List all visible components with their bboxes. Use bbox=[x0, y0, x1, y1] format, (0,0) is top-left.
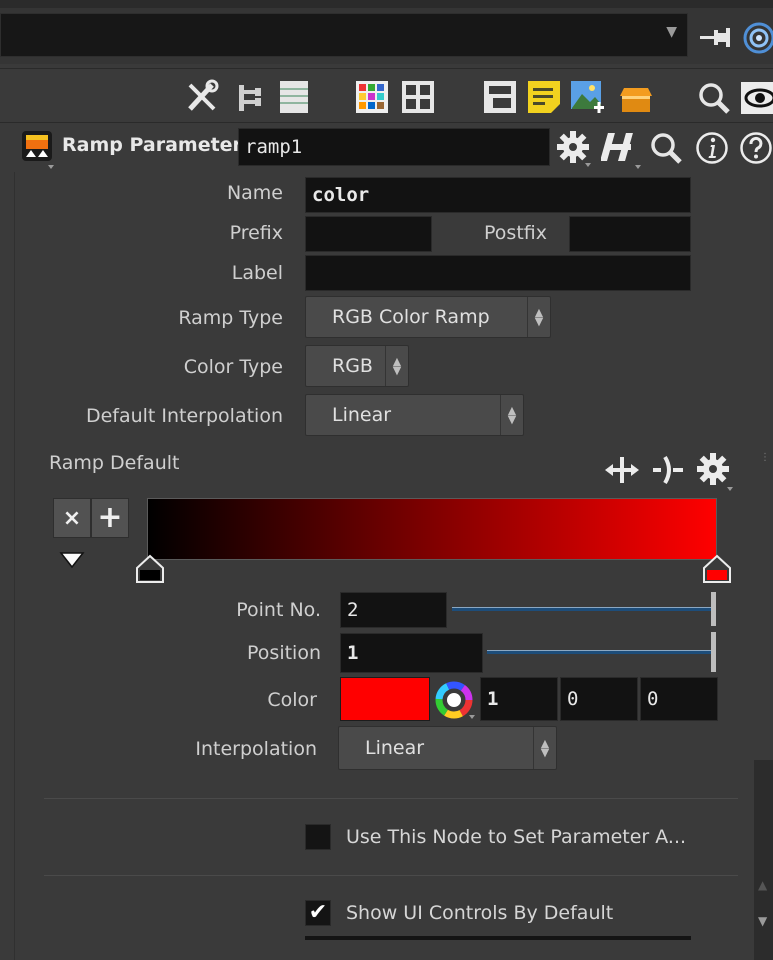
ramp-type-value: RGB Color Ramp bbox=[332, 306, 490, 328]
name-input[interactable]: color bbox=[305, 177, 691, 213]
postfix-label: Postfix bbox=[484, 222, 547, 244]
chevron-down-icon: ▼ bbox=[666, 24, 677, 40]
label-label: Label bbox=[231, 262, 283, 284]
tools-icon[interactable] bbox=[182, 78, 222, 116]
ramp-gradient-bar[interactable] bbox=[147, 498, 717, 560]
package-icon[interactable] bbox=[616, 80, 656, 116]
color-wheel-icon[interactable] bbox=[434, 680, 476, 722]
target-icon[interactable] bbox=[738, 20, 773, 56]
houdini-help-icon[interactable] bbox=[600, 126, 644, 170]
node-search-icon[interactable] bbox=[646, 128, 686, 168]
color-g-input[interactable]: 0 bbox=[560, 677, 638, 721]
color-swatch[interactable] bbox=[340, 677, 430, 721]
vertical-scrollbar[interactable]: ▲ ▼ bbox=[754, 760, 773, 960]
show-ui-checkbox[interactable]: ✔ bbox=[305, 900, 331, 926]
tree-view-icon[interactable] bbox=[232, 80, 268, 116]
list-view-icon[interactable] bbox=[276, 78, 312, 116]
updown-arrows-icon: ▲ ▼ bbox=[527, 297, 550, 337]
color-grid-icon[interactable] bbox=[352, 78, 392, 116]
ramp-gear-icon[interactable] bbox=[694, 450, 736, 492]
use-node-checkbox[interactable] bbox=[305, 824, 331, 850]
updown-arrows-icon: ▲ ▼ bbox=[385, 346, 408, 386]
color-type-select[interactable]: RGB ▲ ▼ bbox=[305, 345, 409, 387]
point-no-label: Point No. bbox=[236, 599, 321, 621]
point-no-slider-track[interactable] bbox=[452, 607, 712, 611]
interpolation-label: Interpolation bbox=[195, 738, 317, 760]
sticky-note-icon[interactable] bbox=[524, 78, 564, 116]
color-type-label: Color Type bbox=[183, 356, 283, 378]
ramp-node-icon[interactable] bbox=[18, 128, 58, 170]
plus-icon: + bbox=[97, 500, 123, 535]
color-type-value: RGB bbox=[332, 355, 373, 377]
ramp-key-end-selected[interactable] bbox=[702, 554, 732, 584]
name-label: Name bbox=[226, 182, 283, 204]
default-interp-label: Default Interpolation bbox=[85, 405, 283, 427]
ramp-default-label: Ramp Default bbox=[49, 452, 180, 474]
color-r-input[interactable]: 1 bbox=[480, 677, 558, 721]
layout-panel-icon[interactable] bbox=[398, 78, 438, 116]
interpolation-value: Linear bbox=[365, 737, 425, 759]
updown-arrows-icon: ▲ ▼ bbox=[533, 727, 556, 769]
prefix-label: Prefix bbox=[229, 222, 283, 244]
interpolation-select[interactable]: Linear ▲ ▼ bbox=[338, 726, 557, 770]
position-slider-track[interactable] bbox=[487, 650, 712, 654]
updown-arrows-icon: ▲ ▼ bbox=[500, 395, 523, 435]
position-input[interactable]: 1 bbox=[340, 633, 483, 673]
pin-icon[interactable] bbox=[696, 22, 736, 52]
default-interp-select[interactable]: Linear ▲ ▼ bbox=[305, 394, 524, 436]
node-type-label: Ramp Parameter bbox=[62, 134, 242, 156]
use-node-label[interactable]: Use This Node to Set Parameter A... bbox=[346, 826, 686, 848]
search-icon[interactable] bbox=[694, 78, 734, 118]
ramp-type-select[interactable]: RGB Color Ramp ▲ ▼ bbox=[305, 296, 551, 338]
label-input[interactable] bbox=[305, 255, 691, 291]
node-name-input[interactable]: ramp1 bbox=[238, 128, 550, 166]
flip-keys-icon[interactable] bbox=[648, 452, 688, 488]
remove-point-button[interactable]: × bbox=[53, 498, 91, 538]
scroll-up-icon[interactable]: ▲ bbox=[758, 878, 767, 892]
point-no-input[interactable]: 2 bbox=[340, 592, 447, 628]
color-label: Color bbox=[267, 689, 317, 711]
top-strip bbox=[0, 0, 773, 8]
divider bbox=[44, 875, 738, 876]
spread-keys-icon[interactable] bbox=[602, 452, 642, 488]
ramp-key-start[interactable] bbox=[135, 554, 165, 584]
color-b-input[interactable]: 0 bbox=[640, 677, 718, 721]
add-point-button[interactable]: + bbox=[91, 498, 129, 538]
info-icon[interactable] bbox=[692, 128, 732, 168]
add-image-icon[interactable] bbox=[568, 78, 608, 118]
help-icon[interactable] bbox=[738, 128, 773, 168]
prefix-input[interactable] bbox=[305, 216, 432, 252]
gear-icon[interactable] bbox=[554, 128, 594, 168]
ramp-type-label: Ramp Type bbox=[178, 307, 283, 329]
eye-icon[interactable] bbox=[740, 80, 773, 116]
scroll-down-icon[interactable]: ▼ bbox=[758, 914, 767, 928]
postfix-input[interactable] bbox=[569, 216, 691, 252]
panel-splitter-handle[interactable]: ⋮⋮ bbox=[760, 453, 773, 477]
network-box-icon[interactable] bbox=[480, 78, 520, 116]
path-dropdown[interactable]: ▼ bbox=[0, 13, 688, 57]
point-no-slider-handle[interactable] bbox=[711, 592, 716, 626]
close-icon: × bbox=[62, 505, 82, 531]
divider bbox=[44, 798, 738, 799]
show-ui-label[interactable]: Show UI Controls By Default bbox=[346, 902, 613, 924]
next-row-cutoff bbox=[305, 936, 691, 940]
position-label: Position bbox=[247, 642, 321, 664]
position-slider-handle[interactable] bbox=[711, 632, 716, 672]
default-interp-value: Linear bbox=[332, 404, 392, 426]
expand-triangle-icon[interactable] bbox=[58, 550, 86, 570]
